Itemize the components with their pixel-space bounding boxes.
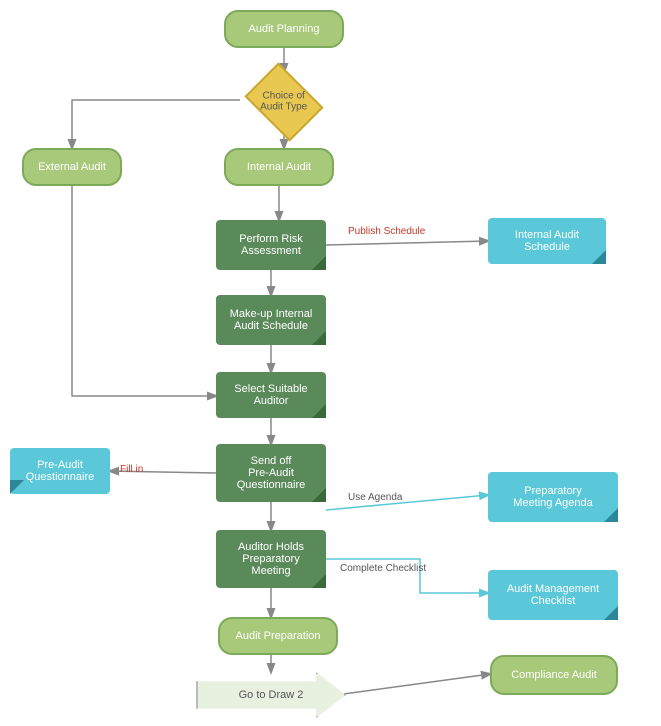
perform-risk-label: Perform RiskAssessment	[239, 233, 303, 257]
audit-mgmt-checklist-node: Audit ManagementChecklist	[488, 570, 618, 620]
makeup-schedule-node: Make-up InternalAudit Schedule	[216, 295, 326, 345]
makeup-schedule-label: Make-up InternalAudit Schedule	[230, 308, 313, 332]
audit-preparation-label: Audit Preparation	[236, 630, 321, 642]
audit-planning-node: Audit Planning	[224, 10, 344, 48]
preparatory-agenda-label: PreparatoryMeeting Agenda	[513, 485, 593, 509]
pre-audit-q-node: Pre-AuditQuestionnaire	[10, 448, 110, 494]
audit-planning-label: Audit Planning	[249, 23, 320, 35]
auditor-holds-node: Auditor HoldsPreparatoryMeeting	[216, 530, 326, 588]
compliance-audit-node: Compliance Audit	[490, 655, 618, 695]
go-to-draw2-label: Go to Draw 2	[196, 672, 346, 718]
internal-audit-label: Internal Audit	[247, 161, 311, 173]
send-off-node: Send offPre-AuditQuestionnaire	[216, 444, 326, 502]
internal-audit-node: Internal Audit	[224, 148, 334, 186]
audit-preparation-node: Audit Preparation	[218, 617, 338, 655]
audit-mgmt-checklist-label: Audit ManagementChecklist	[507, 583, 599, 607]
use-agenda-label: Use Agenda	[348, 492, 403, 503]
internal-audit-schedule-node: Internal AuditSchedule	[488, 218, 606, 264]
external-audit-node: External Audit	[22, 148, 122, 186]
pre-audit-q-label: Pre-AuditQuestionnaire	[26, 459, 95, 483]
auditor-holds-label: Auditor HoldsPreparatoryMeeting	[238, 541, 304, 577]
preparatory-agenda-node: PreparatoryMeeting Agenda	[488, 472, 618, 522]
choice-audit-type-node: Choice ofAudit Type	[244, 62, 323, 141]
fill-in-label: Fill in	[120, 464, 143, 475]
external-audit-label: External Audit	[38, 161, 106, 173]
send-off-label: Send offPre-AuditQuestionnaire	[237, 455, 306, 491]
perform-risk-node: Perform RiskAssessment	[216, 220, 326, 270]
choice-audit-label: Choice ofAudit Type	[260, 91, 307, 113]
select-auditor-label: Select SuitableAuditor	[234, 383, 307, 407]
complete-checklist-label: Complete Checklist	[340, 563, 426, 574]
publish-schedule-label: Publish Schedule	[348, 226, 425, 237]
go-to-draw2-node: Go to Draw 2	[196, 672, 346, 718]
compliance-audit-label: Compliance Audit	[511, 669, 597, 681]
internal-audit-schedule-label: Internal AuditSchedule	[515, 229, 579, 253]
select-auditor-node: Select SuitableAuditor	[216, 372, 326, 418]
